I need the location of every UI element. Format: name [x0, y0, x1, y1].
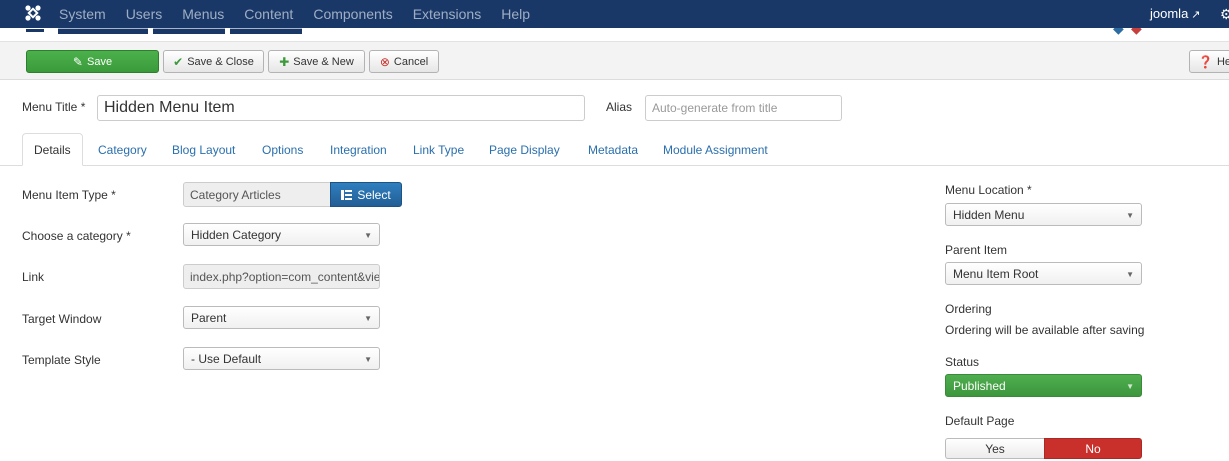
top-navbar: System Users Menus Content Components Ex…	[0, 0, 1229, 28]
save-new-button[interactable]: ✚ Save & New	[268, 50, 365, 73]
parent-item-label: Parent Item	[945, 243, 1008, 257]
chevron-down-icon: ▼	[364, 231, 372, 240]
target-window-select[interactable]: Parent ▼	[183, 306, 380, 329]
tab-page-display[interactable]: Page Display	[489, 143, 560, 157]
link-label: Link	[22, 270, 45, 284]
tab-category[interactable]: Category	[98, 143, 147, 157]
edit-icon: ✎	[72, 54, 83, 69]
chevron-down-icon: ▼	[1126, 382, 1134, 391]
menu-components[interactable]: Components	[313, 0, 392, 28]
chevron-down-icon: ▼	[1126, 211, 1134, 220]
save-new-label: Save & New	[293, 55, 354, 68]
cancel-button[interactable]: ⊗ Cancel	[369, 50, 439, 73]
menu-list-icon	[26, 28, 44, 32]
chevron-down-icon: ▼	[364, 314, 372, 323]
category-label: Choose a category *	[22, 229, 131, 243]
menu-item-type-label: Menu Item Type *	[22, 188, 116, 202]
ordering-note: Ordering will be available after saving	[945, 323, 1145, 337]
chevron-down-icon: ▼	[364, 355, 372, 364]
template-style-label: Template Style	[22, 353, 101, 367]
user-menu-gear-icon[interactable]: ⚙	[1220, 0, 1229, 28]
alias-label: Alias	[606, 100, 633, 114]
tab-options[interactable]: Options	[262, 143, 303, 157]
default-page-label: Default Page	[945, 414, 1015, 428]
menu-content[interactable]: Content	[244, 0, 293, 28]
template-style-select[interactable]: - Use Default ▼	[183, 347, 380, 370]
menu-location-value: Hidden Menu	[953, 207, 1025, 222]
chevron-down-icon: ▼	[1126, 270, 1134, 279]
help-label: Help	[1216, 55, 1229, 68]
help-button[interactable]: ❓ Help	[1189, 50, 1229, 73]
menu-title-label: Menu Title *	[22, 100, 86, 114]
default-page-no-button[interactable]: No	[1044, 438, 1142, 459]
cancel-circle-icon: ⊗	[379, 54, 390, 69]
select-item-type-button[interactable]: Select	[330, 182, 402, 207]
menu-title-input[interactable]: Hidden Menu Item	[97, 95, 585, 121]
title-decor-icon-2: ◆	[1131, 28, 1142, 36]
tab-link-type[interactable]: Link Type	[413, 143, 464, 157]
save-close-label: Save & Close	[187, 55, 254, 68]
status-select[interactable]: Published ▼	[945, 374, 1142, 397]
save-button[interactable]: ✎ Save	[26, 50, 159, 73]
select-label: Select	[357, 187, 391, 202]
menu-location-select[interactable]: Hidden Menu ▼	[945, 203, 1142, 226]
ordering-label: Ordering	[945, 302, 992, 316]
parent-item-value: Menu Item Root	[953, 266, 1039, 281]
title-decor-icon: ◆	[1113, 28, 1124, 36]
external-link-icon: ↗	[1191, 9, 1201, 21]
toolbar: ✎ Save ✔ Save & Close ✚ Save & New ⊗ Can…	[0, 42, 1229, 80]
tab-metadata[interactable]: Metadata	[588, 143, 638, 157]
question-icon: ❓	[1198, 54, 1213, 69]
tab-bar: Details Category Blog Layout Options Int…	[0, 133, 1229, 166]
joomla-logo-icon[interactable]	[24, 4, 42, 22]
menu-help[interactable]: Help	[501, 0, 530, 28]
menu-system[interactable]: System	[59, 0, 106, 28]
parent-item-select[interactable]: Menu Item Root ▼	[945, 262, 1142, 285]
tab-blog-layout[interactable]: Blog Layout	[172, 143, 235, 157]
tab-integration[interactable]: Integration	[330, 143, 387, 157]
menu-users[interactable]: Users	[126, 0, 163, 28]
status-value: Published	[953, 378, 1006, 393]
target-window-value: Parent	[191, 310, 227, 325]
menu-extensions[interactable]: Extensions	[413, 0, 481, 28]
menu-menus[interactable]: Menus	[182, 0, 224, 28]
menu-item-type-field: Category Articles	[183, 182, 331, 207]
save-close-button[interactable]: ✔ Save & Close	[163, 50, 264, 73]
default-page-yes-button[interactable]: Yes	[945, 438, 1044, 459]
save-label: Save	[86, 55, 113, 68]
category-value: Hidden Category	[191, 227, 282, 242]
site-link[interactable]: joomla ↗	[1150, 0, 1201, 29]
cancel-label: Cancel	[393, 55, 429, 68]
tab-details[interactable]: Details	[22, 133, 83, 166]
menu-location-label: Menu Location *	[945, 183, 1032, 197]
alias-input[interactable]: Auto-generate from title	[645, 95, 842, 121]
list-icon	[341, 189, 353, 200]
page-title: ▬▬▬▬▬ ▬▬▬▬ ▬▬▬▬	[58, 28, 303, 38]
template-style-value: - Use Default	[191, 351, 262, 366]
check-icon: ✔	[173, 54, 184, 69]
link-field: index.php?option=com_content&view=catego…	[183, 264, 380, 289]
tab-module-assignment[interactable]: Module Assignment	[663, 143, 768, 157]
category-select[interactable]: Hidden Category ▼	[183, 223, 380, 246]
site-name: joomla	[1150, 6, 1189, 21]
plus-icon: ✚	[279, 54, 290, 69]
page-title-strip: ▬▬▬▬▬ ▬▬▬▬ ▬▬▬▬ ◆ ◆	[0, 28, 1229, 42]
main-menu: System Users Menus Content Components Ex…	[59, 0, 550, 28]
target-window-label: Target Window	[22, 312, 102, 326]
status-label: Status	[945, 355, 980, 369]
